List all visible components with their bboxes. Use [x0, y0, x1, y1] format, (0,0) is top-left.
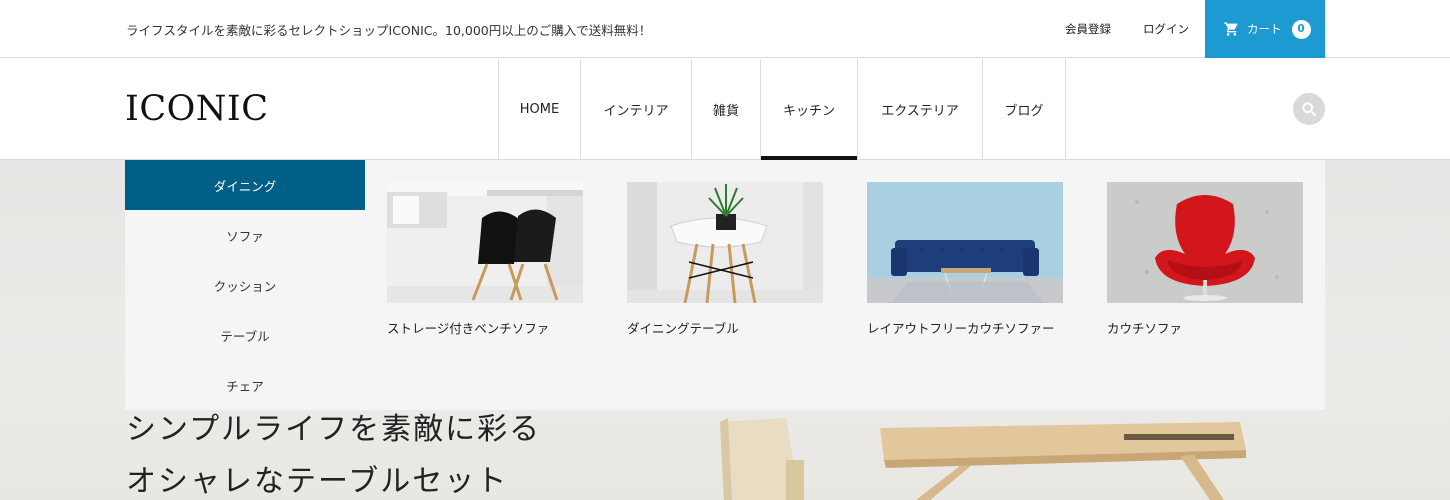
submenu-item-cushion[interactable]: クッション: [125, 260, 365, 310]
submenu-item-chair[interactable]: チェア: [125, 360, 365, 410]
cart-label: カート: [1247, 22, 1282, 36]
global-nav: HOME インテリア 雑貨 キッチン エクステリア ブログ: [498, 59, 1066, 160]
submenu-item-dining[interactable]: ダイニング: [125, 160, 365, 210]
nav-item-blog[interactable]: ブログ: [982, 59, 1066, 159]
nav-item-goods[interactable]: 雑貨: [691, 59, 760, 159]
submenu-list: ダイニング ソファ クッション テーブル チェア: [125, 160, 365, 410]
product-image-white-chair[interactable]: [627, 182, 823, 303]
product-title[interactable]: レイアウトフリーカウチソファー: [867, 317, 1063, 341]
product-title[interactable]: ダイニングテーブル: [627, 317, 823, 341]
product-card[interactable]: ストレージ付きベンチソファ: [387, 182, 583, 341]
nav-item-interior[interactable]: インテリア: [580, 59, 691, 159]
product-image-blue-sofa[interactable]: [867, 182, 1063, 303]
product-image-red-chair[interactable]: [1107, 182, 1303, 303]
hero-title-line2: オシャレなテーブルセット: [126, 464, 509, 499]
nav-item-exterior[interactable]: エクステリア: [857, 59, 982, 159]
site-logo[interactable]: ICONIC: [125, 89, 269, 129]
submenu-item-table[interactable]: テーブル: [125, 310, 365, 360]
submenu-item-sofa[interactable]: ソファ: [125, 210, 365, 260]
search-button[interactable]: [1293, 93, 1325, 125]
cart-count-badge: 0: [1291, 19, 1311, 39]
product-card[interactable]: ダイニングテーブル: [627, 182, 823, 341]
nav-item-home[interactable]: HOME: [498, 59, 580, 159]
register-link[interactable]: 会員登録: [1065, 21, 1111, 37]
announcement-text: ライフスタイルを素敵に彩るセレクトショップICONIC。10,000円以上のご購…: [126, 23, 652, 38]
cart-button[interactable]: カート 0: [1205, 0, 1325, 58]
product-title[interactable]: カウチソファ: [1107, 317, 1303, 341]
hero-title: シンプルライフを素敵に彩る オシャレなテーブルセット: [126, 404, 541, 500]
product-card[interactable]: レイアウトフリーカウチソファー: [867, 182, 1063, 341]
search-icon: [1302, 102, 1317, 117]
top-bar: ライフスタイルを素敵に彩るセレクトショップICONIC。10,000円以上のご購…: [0, 0, 1450, 58]
product-card[interactable]: カウチソファ: [1107, 182, 1303, 341]
cart-icon: [1224, 22, 1238, 36]
hero-title-line1: シンプルライフを素敵に彩る: [126, 412, 542, 447]
login-link[interactable]: ログイン: [1143, 21, 1189, 37]
site-header: ICONIC HOME インテリア 雑貨 キッチン エクステリア ブログ: [0, 59, 1450, 160]
product-title[interactable]: ストレージ付きベンチソファ: [387, 317, 583, 341]
mega-menu-dropdown: ダイニング ソファ クッション テーブル チェア ストレージ付きベンチソファ ダ…: [125, 160, 1325, 410]
nav-item-kitchen[interactable]: キッチン: [760, 59, 857, 160]
product-image-black-chairs[interactable]: [387, 182, 583, 303]
